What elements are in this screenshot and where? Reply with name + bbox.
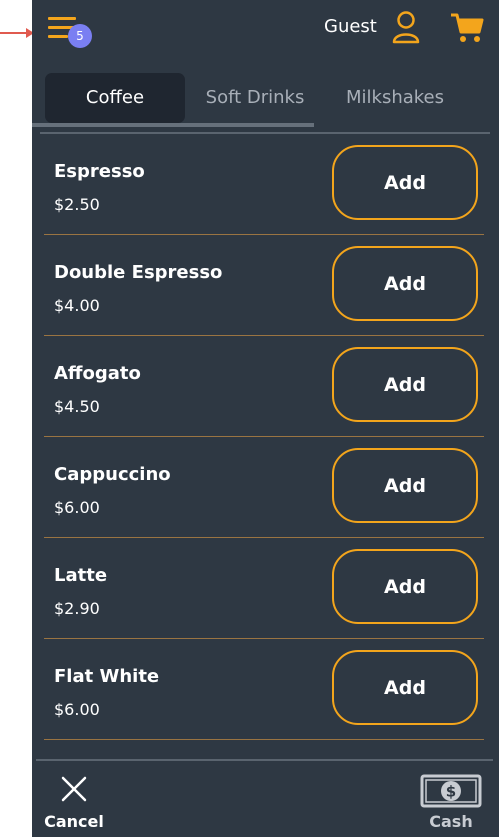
- app-screen: 5 Guest Coffee Soft Drinks Milkshakes Es…: [32, 0, 499, 837]
- tab-milkshakes[interactable]: Milkshakes: [330, 73, 460, 123]
- list-item: Flat White $6.00 Add: [44, 639, 484, 740]
- top-bar: 5 Guest: [32, 0, 499, 60]
- cancel-button[interactable]: Cancel: [44, 774, 104, 834]
- item-price: $4.00: [54, 296, 100, 315]
- guest-label: Guest: [324, 16, 377, 37]
- category-tabs: Coffee Soft Drinks Milkshakes: [40, 70, 496, 128]
- list-item: Latte $2.90 Add: [44, 538, 484, 639]
- menu-count-badge: 5: [68, 24, 92, 48]
- user-icon: [392, 11, 420, 44]
- item-name: Espresso: [54, 161, 145, 182]
- add-button[interactable]: Add: [332, 246, 478, 321]
- cart-icon: [451, 13, 484, 42]
- item-price: $4.50: [54, 397, 100, 416]
- cart-button[interactable]: [450, 12, 484, 44]
- cash-icon: $: [420, 774, 482, 808]
- tab-indicator: [32, 123, 314, 127]
- item-price: $2.90: [54, 599, 100, 618]
- item-name: Cappuccino: [54, 464, 171, 485]
- add-button[interactable]: Add: [332, 650, 478, 725]
- item-name: Flat White: [54, 666, 160, 687]
- item-name: Affogato: [54, 363, 141, 384]
- item-price: $2.50: [54, 195, 100, 214]
- item-name: Double Espresso: [54, 262, 223, 283]
- list-item: Cappuccino $6.00 Add: [44, 437, 484, 538]
- close-icon: [61, 776, 87, 802]
- list-item: Affogato $4.50 Add: [44, 336, 484, 437]
- tab-soft-drinks[interactable]: Soft Drinks: [195, 73, 315, 123]
- tab-coffee[interactable]: Coffee: [45, 73, 185, 123]
- cancel-label: Cancel: [44, 812, 104, 831]
- add-button[interactable]: Add: [332, 347, 478, 422]
- item-price: $6.00: [54, 498, 100, 517]
- list-item: Double Espresso $4.00 Add: [44, 235, 484, 336]
- add-button[interactable]: Add: [332, 145, 478, 220]
- add-button[interactable]: Add: [332, 448, 478, 523]
- annotation-arrow-icon: [0, 28, 34, 38]
- user-button[interactable]: [392, 10, 420, 44]
- cash-label: Cash: [429, 812, 473, 831]
- item-name: Latte: [54, 565, 108, 586]
- footer-divider: [36, 759, 493, 761]
- list-item: Espresso $2.50 Add: [44, 134, 484, 235]
- product-list: Espresso $2.50 Add Double Espresso $4.00…: [44, 134, 484, 740]
- cash-button[interactable]: $ Cash: [414, 772, 488, 834]
- item-price: $6.00: [54, 700, 100, 719]
- svg-text:$: $: [446, 783, 456, 801]
- add-button[interactable]: Add: [332, 549, 478, 624]
